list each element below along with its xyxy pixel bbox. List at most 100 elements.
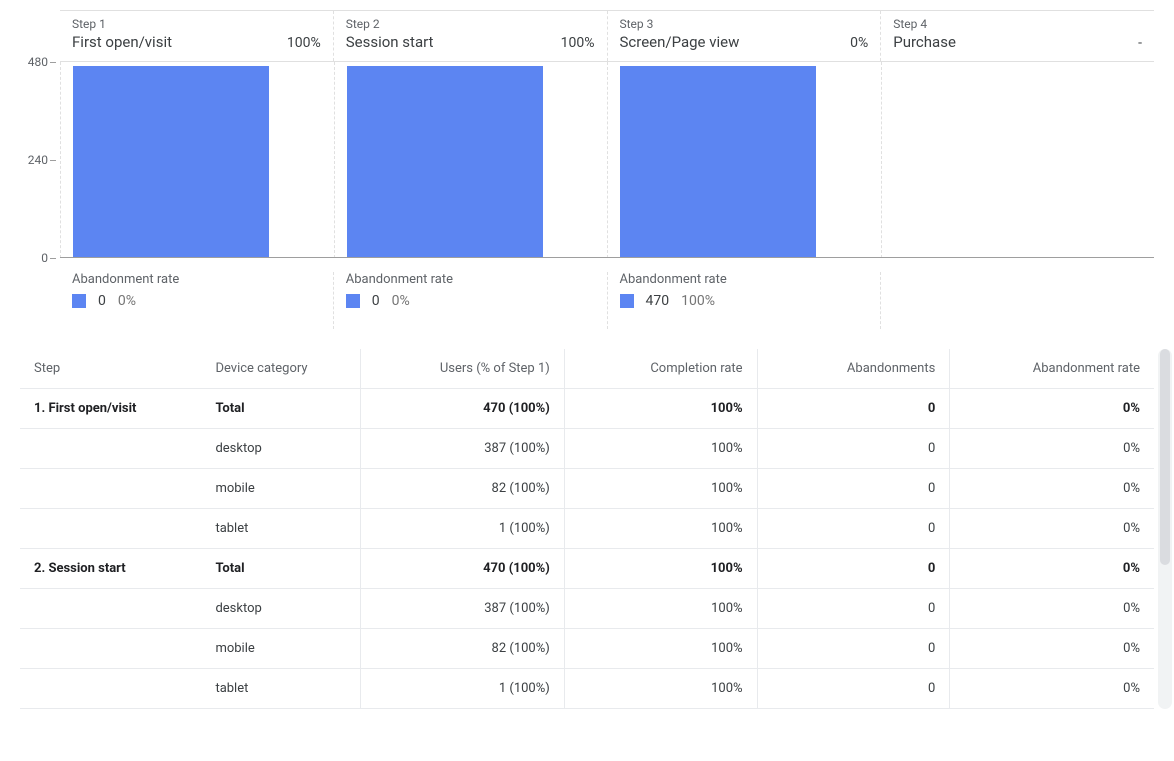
table-row[interactable]: 2. Session startTotal470 (100%)100%00% (20, 549, 1154, 589)
cell-step-name (20, 589, 201, 629)
step-percent: 100% (561, 35, 595, 51)
cell-device: desktop (201, 429, 360, 469)
step-percent: 100% (287, 35, 321, 51)
step-percent: - (1138, 35, 1142, 51)
cell-abandonments: 0 (757, 669, 950, 709)
funnel-step-header[interactable]: Step 4 Purchase - (880, 11, 1154, 61)
cell-abandon-rate: 0% (950, 629, 1154, 669)
funnel-step-header[interactable]: Step 1 First open/visit 100% (60, 11, 333, 61)
cell-step-name (20, 669, 201, 709)
step-title: First open/visit (72, 33, 172, 51)
table-row[interactable]: tablet1 (100%)100%00% (20, 669, 1154, 709)
cell-abandonments: 0 (757, 429, 950, 469)
abandonment-percent: 0% (392, 293, 410, 309)
funnel-step-headers: Step 1 First open/visit 100% Step 2 Session … (60, 10, 1154, 62)
funnel-bar[interactable] (620, 66, 816, 258)
cell-users: 387 (100%) (360, 589, 564, 629)
cell-device: tablet (201, 509, 360, 549)
cell-abandon-rate: 0% (950, 549, 1154, 589)
cell-step-name (20, 509, 201, 549)
funnel-table: Step Device category Users (% of Step 1)… (20, 349, 1154, 709)
abandonment-count: 0 (372, 293, 380, 309)
table-row[interactable]: mobile82 (100%)100%00% (20, 469, 1154, 509)
funnel-abandonment-row: Abandonment rate00%Abandonment rate00%Ab… (60, 272, 1154, 329)
funnel-report: Step 1 First open/visit 100% Step 2 Session … (0, 0, 1174, 761)
cell-device: desktop (201, 589, 360, 629)
table-row[interactable]: desktop387 (100%)100%00% (20, 589, 1154, 629)
funnel-bar[interactable] (347, 66, 543, 258)
cell-completion: 100% (564, 589, 757, 629)
table-row[interactable]: 1. First open/visitTotal470 (100%)100%00… (20, 389, 1154, 429)
step-title: Purchase (893, 33, 956, 51)
funnel-table-wrap: Step Device category Users (% of Step 1)… (20, 349, 1154, 709)
step-index-label: Step 1 (72, 17, 321, 31)
cell-completion: 100% (564, 629, 757, 669)
y-axis-tick: 240 (0, 153, 48, 167)
cell-users: 82 (100%) (360, 469, 564, 509)
cell-users: 82 (100%) (360, 629, 564, 669)
cell-step-name (20, 469, 201, 509)
funnel-step-header[interactable]: Step 3Screen/Page view0% (607, 11, 881, 61)
chart-y-axis: 0240480 (0, 62, 60, 258)
cell-step-name (20, 629, 201, 669)
cell-abandonments: 0 (757, 629, 950, 669)
cell-device: mobile (201, 629, 360, 669)
step-index-label: Step 4 (893, 17, 1142, 31)
step-title: Session start (346, 33, 434, 51)
step-index-label: Step 2 (346, 17, 595, 31)
table-row[interactable]: mobile82 (100%)100%00% (20, 629, 1154, 669)
cell-users: 470 (100%) (360, 549, 564, 589)
funnel-chart: Step 1 First open/visit 100% Step 2 Session … (0, 10, 1174, 329)
cell-step-name: 2. Session start (20, 549, 201, 589)
abandonment-count: 0 (98, 293, 106, 309)
legend-swatch (72, 294, 86, 308)
abandonment-cell: Abandonment rate470100% (607, 272, 881, 329)
cell-abandon-rate: 0% (950, 509, 1154, 549)
cell-abandonments: 0 (757, 469, 950, 509)
chart-baseline (60, 257, 1154, 258)
cell-device: mobile (201, 469, 360, 509)
funnel-bar-cell (607, 62, 881, 258)
legend-swatch (346, 294, 360, 308)
col-step[interactable]: Step (20, 349, 201, 389)
cell-device: tablet (201, 669, 360, 709)
cell-device: Total (201, 389, 360, 429)
funnel-bar[interactable] (73, 66, 269, 258)
scrollbar-thumb[interactable] (1160, 349, 1170, 565)
col-completion[interactable]: Completion rate (564, 349, 757, 389)
cell-abandonments: 0 (757, 549, 950, 589)
legend-swatch (620, 294, 634, 308)
funnel-step-header[interactable]: Step 2 Session start 100% (333, 11, 607, 61)
abandonment-label: Abandonment rate (72, 272, 321, 287)
funnel-bars (60, 62, 1154, 258)
abandonment-cell (880, 272, 1154, 329)
col-abandon-rate[interactable]: Abandonment rate (950, 349, 1154, 389)
table-row[interactable]: desktop387 (100%)100%00% (20, 429, 1154, 469)
y-axis-tick: 0 (0, 251, 48, 265)
cell-abandon-rate: 0% (950, 589, 1154, 629)
cell-device: Total (201, 549, 360, 589)
y-axis-tick: 480 (0, 55, 48, 69)
cell-completion: 100% (564, 389, 757, 429)
col-device[interactable]: Device category (201, 349, 360, 389)
funnel-bar-cell (881, 62, 1155, 258)
table-scrollbar[interactable] (1158, 349, 1172, 709)
cell-completion: 100% (564, 469, 757, 509)
cell-abandon-rate: 0% (950, 389, 1154, 429)
cell-users: 1 (100%) (360, 509, 564, 549)
cell-completion: 100% (564, 669, 757, 709)
cell-users: 387 (100%) (360, 429, 564, 469)
cell-abandonments: 0 (757, 389, 950, 429)
col-abandonments[interactable]: Abandonments (757, 349, 950, 389)
abandonment-percent: 100% (681, 293, 715, 309)
table-header-row: Step Device category Users (% of Step 1)… (20, 349, 1154, 389)
abandonment-count: 470 (646, 293, 670, 309)
cell-completion: 100% (564, 509, 757, 549)
cell-abandon-rate: 0% (950, 469, 1154, 509)
cell-abandonments: 0 (757, 509, 950, 549)
col-users[interactable]: Users (% of Step 1) (360, 349, 564, 389)
abandonment-label: Abandonment rate (346, 272, 595, 287)
step-title: Screen/Page view (620, 33, 740, 51)
abandonment-cell: Abandonment rate00% (60, 272, 333, 329)
table-row[interactable]: tablet1 (100%)100%00% (20, 509, 1154, 549)
